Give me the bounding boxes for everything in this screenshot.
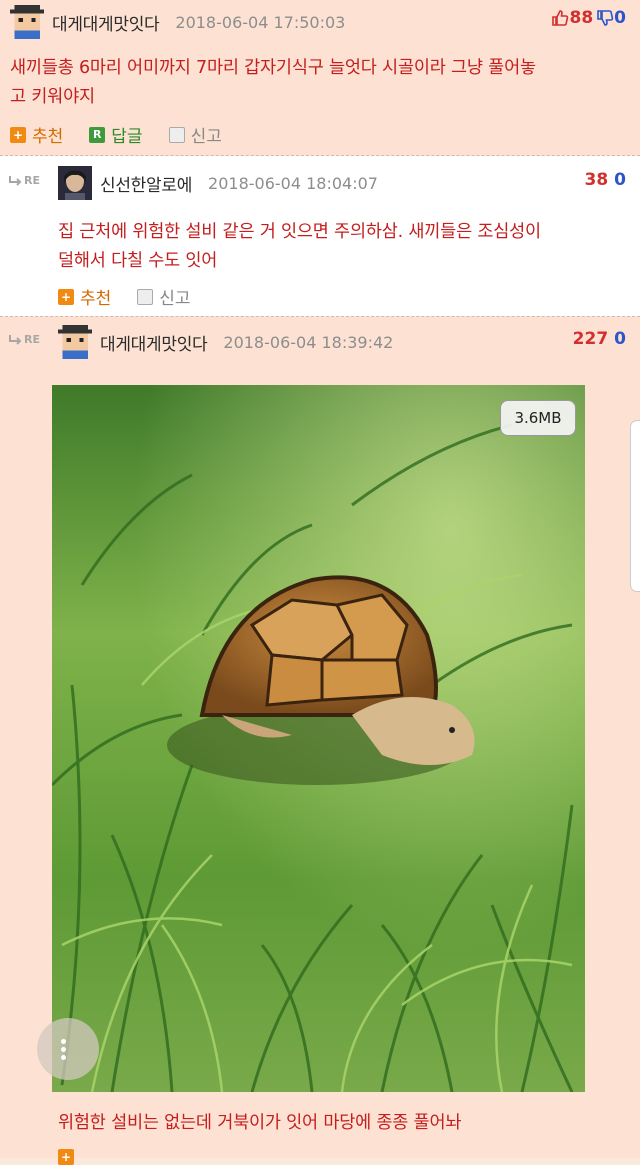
report-button[interactable]: 신고: [137, 284, 191, 309]
report-label: 신고: [159, 289, 191, 309]
more-dots-icon: [61, 1036, 66, 1063]
reply-marker-label: RE: [24, 174, 40, 187]
post-date: 2018-06-04 17:50:03: [175, 12, 346, 32]
recommend-label: 추천: [32, 127, 64, 147]
vote-counter: 38 0: [584, 170, 626, 190]
post-body: 새끼들총 6마리 어미까지 7마리 갑자기식구 늘엇다 시골이라 그냥 풀어놓 …: [10, 54, 630, 112]
reply-icon: R: [89, 126, 106, 143]
upvote-count[interactable]: 227: [573, 329, 609, 349]
attached-photo[interactable]: [52, 385, 585, 1092]
comment-header: 대게대게맛잇다 2018-06-04 18:39:42: [58, 325, 640, 359]
vote-counter: 227 0: [573, 329, 626, 349]
tortoise-in-grass-image: [52, 385, 585, 1092]
pixel-avatar-icon[interactable]: [10, 5, 44, 39]
report-label: 신고: [190, 127, 222, 147]
author-name[interactable]: 대게대게맛잇다: [100, 330, 208, 355]
scrollbar-handle[interactable]: [630, 420, 640, 592]
thumbs-down-icon[interactable]: [596, 9, 614, 27]
comment-body: 위험한 설비는 없는데 거북이가 잇어 마당에 종종 풀어놔: [58, 1109, 633, 1138]
reply-arrow-icon: [9, 334, 22, 345]
comment-body-line: 위험한 설비는 없는데 거북이가 잇어 마당에 종종 풀어놔: [58, 1113, 462, 1133]
post-body-line: 새끼들총 6마리 어미까지 7마리 갑자기식구 늘엇다 시골이라 그냥 풀어놓: [10, 58, 536, 78]
comment-body-line: 덜해서 다칠 수도 잇어: [58, 251, 218, 271]
comment-actions-partial: +: [58, 1149, 106, 1165]
downvote-count: 0: [614, 8, 626, 28]
recommend-label: 추천: [80, 289, 112, 309]
pixel-avatar-icon[interactable]: [58, 325, 92, 359]
reply-label: 답글: [111, 127, 143, 147]
reply-marker: RE: [8, 174, 40, 187]
post-date: 2018-06-04 18:39:42: [223, 332, 394, 352]
report-button[interactable]: 신고: [168, 122, 222, 147]
plus-icon: +: [10, 126, 26, 143]
vote-counter: 88 0: [551, 8, 626, 28]
upvote-count[interactable]: 38: [584, 170, 608, 190]
author-name[interactable]: 신선한알로에: [100, 171, 192, 196]
profile-photo-avatar[interactable]: [58, 166, 92, 200]
recommend-button[interactable]: +: [58, 1149, 80, 1165]
comment-header: 신선한알로에 2018-06-04 18:04:07: [58, 166, 640, 200]
upvote-count: 88: [569, 8, 594, 28]
recommend-button[interactable]: + 추천: [58, 284, 111, 309]
reply-marker-label: RE: [24, 333, 40, 346]
comment-body-line: 집 근처에 위험한 설비 같은 거 잇으면 주의하삼. 새끼들은 조심성이: [58, 222, 541, 242]
report-icon: [137, 288, 154, 305]
thumbs-up-icon[interactable]: [551, 9, 569, 27]
post-body-line: 고 키워야지: [10, 87, 95, 107]
reply-arrow-icon: [9, 175, 22, 186]
image-size-badge: 3.6MB: [500, 400, 576, 436]
plus-icon: +: [58, 1149, 74, 1165]
reply-marker: RE: [8, 333, 40, 346]
post-original: 대게대게맛잇다 2018-06-04 17:50:03 88 0 새끼들총 6마…: [0, 0, 640, 155]
comment-reply: RE 신선한알로에 2018-06-04 18:04:07 38 0 집 근처에…: [0, 156, 640, 316]
comment-actions: + 추천 신고: [58, 284, 217, 309]
post-header: 대게대게맛잇다 2018-06-04 17:50:03: [10, 5, 640, 39]
floating-menu-button[interactable]: [37, 1018, 99, 1080]
downvote-count[interactable]: 0: [614, 170, 626, 190]
plus-icon: +: [58, 288, 74, 305]
report-icon: [168, 126, 185, 143]
comment-body: 집 근처에 위험한 설비 같은 거 잇으면 주의하삼. 새끼들은 조심성이 덜해…: [58, 218, 633, 276]
post-date: 2018-06-04 18:04:07: [208, 173, 378, 193]
downvote-count[interactable]: 0: [614, 329, 626, 349]
post-actions: + 추천 R 답글 신고: [10, 122, 248, 147]
author-name[interactable]: 대게대게맛잇다: [52, 10, 160, 35]
reply-button[interactable]: R 답글: [89, 122, 143, 147]
recommend-button[interactable]: + 추천: [10, 122, 63, 147]
